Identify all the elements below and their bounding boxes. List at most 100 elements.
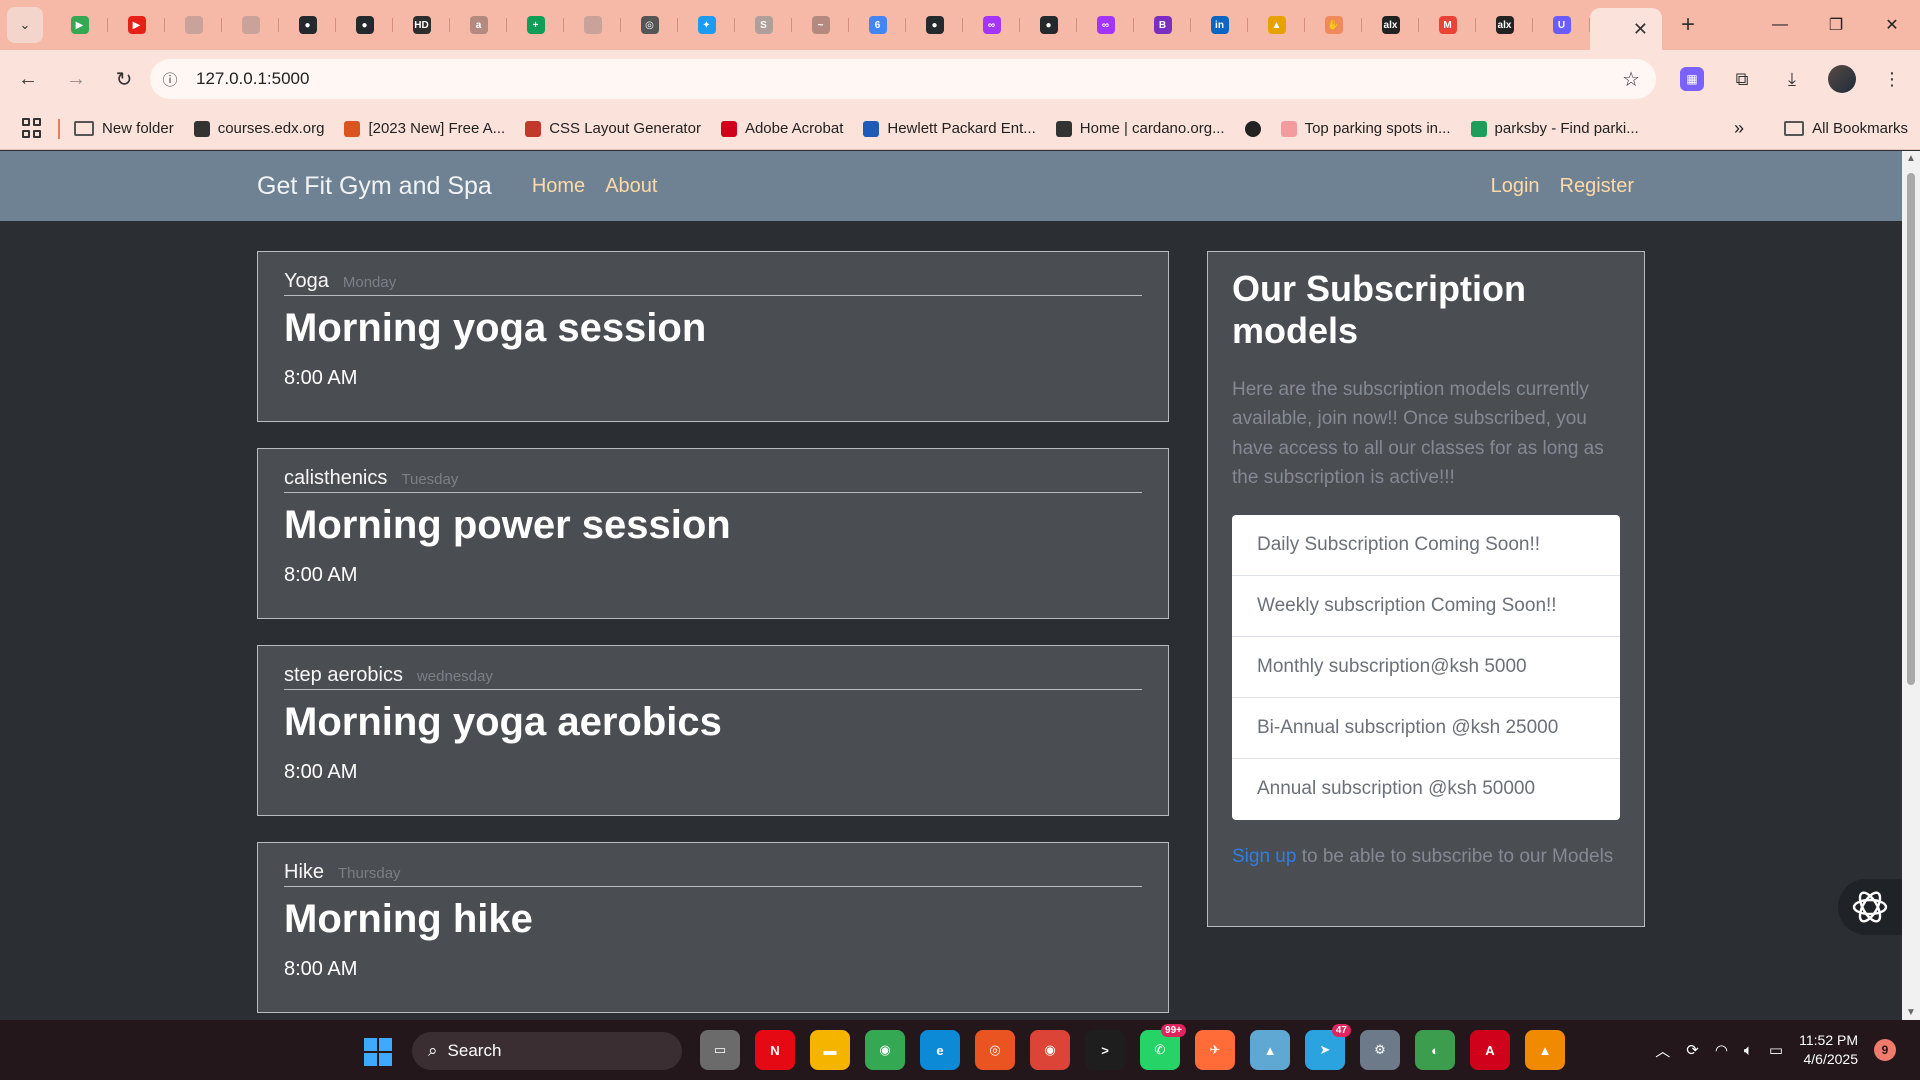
volume-icon[interactable]: 🔈︎: [1744, 1042, 1753, 1059]
close-tab-icon[interactable]: ✕: [1633, 19, 1648, 40]
photos-icon[interactable]: ▲: [1250, 1030, 1290, 1070]
apps-grid-icon[interactable]: [22, 117, 44, 140]
bookmark-item[interactable]: courses.edx.org: [193, 120, 324, 137]
subscription-item[interactable]: Daily Subscription Coming Soon!!: [1232, 515, 1620, 576]
tab-search-button[interactable]: ⌄: [7, 7, 43, 43]
browser-tab[interactable]: ●: [1020, 7, 1077, 43]
bookmark-star-icon[interactable]: ☆: [1622, 67, 1640, 92]
acrobat-icon[interactable]: A: [1470, 1030, 1510, 1070]
edge-icon[interactable]: e: [920, 1030, 960, 1070]
address-bar[interactable]: ⓘ 127.0.0.1:5000 ☆: [150, 59, 1656, 99]
browser-tab[interactable]: 6: [849, 7, 906, 43]
bookmark-item[interactable]: CSS Layout Generator: [525, 120, 701, 137]
settings-icon[interactable]: ⚙: [1360, 1030, 1400, 1070]
bookmark-item[interactable]: Adobe Acrobat: [720, 120, 843, 137]
floating-assistant-button[interactable]: [1838, 879, 1902, 935]
bookmark-item[interactable]: parksby - Find parki...: [1470, 120, 1639, 137]
battery-icon[interactable]: ▭: [1769, 1041, 1783, 1059]
taskbar-search[interactable]: ⌕ Search: [412, 1032, 682, 1070]
profile-avatar[interactable]: [1822, 59, 1862, 99]
telegram-icon[interactable]: ➤ 47: [1305, 1024, 1351, 1070]
scroll-down-arrow[interactable]: ▼: [1906, 1007, 1916, 1018]
page-scrollbar[interactable]: ▲ ▼: [1902, 151, 1920, 1020]
browser-tab[interactable]: [222, 7, 279, 43]
minimize-button[interactable]: —: [1752, 0, 1808, 50]
more-bookmarks-button[interactable]: »: [1734, 118, 1744, 139]
postman-icon[interactable]: ✈: [1195, 1030, 1235, 1070]
download-icon[interactable]: ⤓: [1772, 59, 1812, 99]
globe-app-icon[interactable]: ◐: [1415, 1030, 1455, 1070]
browser-tab[interactable]: ∞: [1077, 7, 1134, 43]
reload-button[interactable]: ↻: [104, 59, 144, 99]
address-url[interactable]: 127.0.0.1:5000: [196, 69, 309, 89]
browser-tab[interactable]: [165, 7, 222, 43]
browser-tab[interactable]: B: [1134, 7, 1191, 43]
bookmark-item[interactable]: Top parking spots in...: [1280, 120, 1451, 137]
subscription-item[interactable]: Monthly subscription@ksh 5000: [1232, 637, 1620, 698]
wifi-icon[interactable]: ◠: [1715, 1041, 1728, 1059]
restore-button[interactable]: ❐: [1808, 0, 1864, 50]
file-explorer-icon[interactable]: ▬: [810, 1030, 850, 1070]
browser-tab[interactable]: alx: [1362, 7, 1419, 43]
class-title[interactable]: Morning power session: [284, 503, 1142, 548]
class-category[interactable]: Hike: [284, 861, 324, 884]
bookmark-item[interactable]: [1244, 120, 1261, 137]
notification-badge[interactable]: 9: [1874, 1039, 1896, 1061]
site-brand[interactable]: Get Fit Gym and Spa: [257, 172, 492, 201]
menu-kebab-icon[interactable]: ⋮: [1872, 59, 1912, 99]
show-hidden-icons-icon[interactable]: ︿: [1655, 1040, 1670, 1061]
terminal-icon[interactable]: >: [1085, 1030, 1125, 1070]
class-title[interactable]: Morning yoga session: [284, 306, 1142, 351]
browser-tab[interactable]: ●: [336, 7, 393, 43]
browser-tab[interactable]: +: [507, 7, 564, 43]
signup-link[interactable]: Sign up: [1232, 846, 1296, 867]
browser-tab[interactable]: HD: [393, 7, 450, 43]
bookmark-item[interactable]: [2023 New] Free A...: [344, 120, 505, 137]
class-category[interactable]: Yoga: [284, 270, 329, 293]
browser-tab[interactable]: S: [735, 7, 792, 43]
class-title[interactable]: Morning yoga aerobics: [284, 700, 1142, 745]
class-category[interactable]: calisthenics: [284, 467, 387, 490]
browser-tab[interactable]: a: [450, 7, 507, 43]
browser-tab[interactable]: ▶: [51, 7, 108, 43]
bookmark-item[interactable]: Hewlett Packard Ent...: [863, 120, 1036, 137]
browser-tab[interactable]: U: [1533, 7, 1590, 43]
subscription-item[interactable]: Bi-Annual subscription @ksh 25000: [1232, 698, 1620, 759]
all-bookmarks-button[interactable]: All Bookmarks: [1784, 120, 1908, 137]
browser-tab[interactable]: ▲: [1248, 7, 1305, 43]
forward-button[interactable]: →: [56, 59, 96, 99]
browser-tab[interactable]: ✦: [678, 7, 735, 43]
extension-icon[interactable]: ▦: [1672, 59, 1712, 99]
bookmark-item[interactable]: New folder: [74, 120, 174, 137]
sync-icon[interactable]: ⟳: [1686, 1041, 1699, 1059]
browser-tab[interactable]: in: [1191, 7, 1248, 43]
bookmark-item[interactable]: Home | cardano.org...: [1055, 120, 1225, 137]
nav-register-link[interactable]: Register: [1560, 175, 1634, 198]
browser-tab[interactable]: ●: [906, 7, 963, 43]
close-window-button[interactable]: ✕: [1864, 0, 1920, 50]
clock[interactable]: 11:52 PM 4/6/2025: [1799, 1031, 1858, 1069]
browser-tab[interactable]: ▶: [108, 7, 165, 43]
subscription-item[interactable]: Weekly subscription Coming Soon!!: [1232, 576, 1620, 637]
browser-tab[interactable]: ∞: [963, 7, 1020, 43]
browser-tab[interactable]: alx: [1476, 7, 1533, 43]
new-tab-button[interactable]: +: [1670, 7, 1706, 43]
browser-tab[interactable]: ~: [792, 7, 849, 43]
browser-tab[interactable]: ✋: [1305, 7, 1362, 43]
ubuntu-icon[interactable]: ◎: [975, 1030, 1015, 1070]
chrome-icon[interactable]: ◉: [865, 1030, 905, 1070]
scroll-up-arrow[interactable]: ▲: [1906, 153, 1916, 164]
chrome-icon[interactable]: ◉: [1030, 1030, 1070, 1070]
class-title[interactable]: Morning hike: [284, 897, 1142, 942]
windows-start-icon[interactable]: [364, 1038, 392, 1066]
nav-login-link[interactable]: Login: [1491, 175, 1540, 198]
netflix-icon[interactable]: N: [755, 1030, 795, 1070]
extensions-puzzle-icon[interactable]: ⧉: [1722, 59, 1762, 99]
nav-about-link[interactable]: About: [605, 175, 657, 198]
subscription-item[interactable]: Annual subscription @ksh 50000: [1232, 759, 1620, 820]
nav-home-link[interactable]: Home: [532, 175, 585, 198]
browser-tab[interactable]: ●: [279, 7, 336, 43]
scrollbar-thumb[interactable]: [1907, 173, 1915, 685]
active-tab[interactable]: ✕: [1590, 8, 1662, 50]
task-view-icon[interactable]: ▭: [700, 1030, 740, 1070]
